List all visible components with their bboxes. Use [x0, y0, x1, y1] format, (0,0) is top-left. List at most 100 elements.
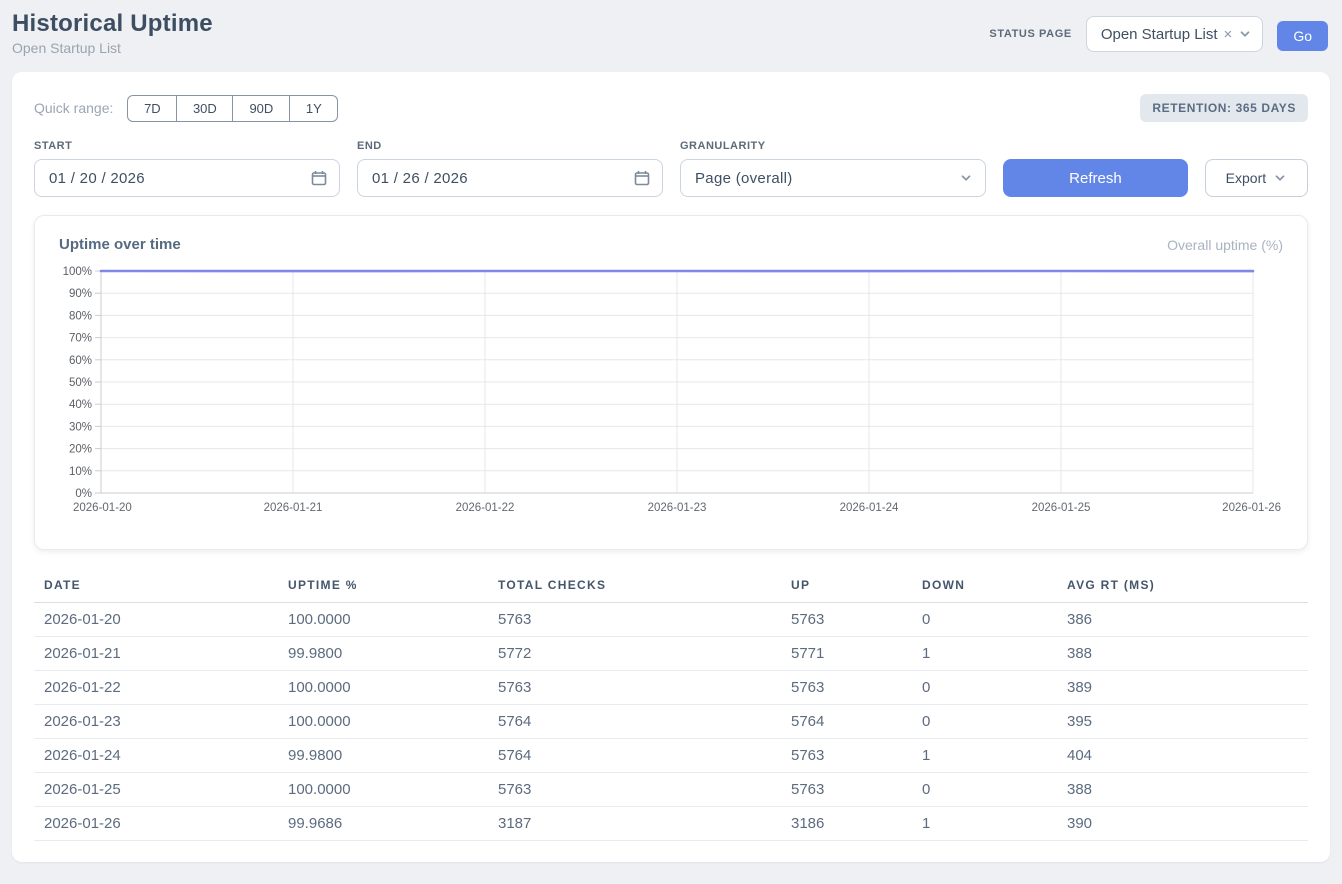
retention-badge: RETENTION: 365 DAYS	[1140, 94, 1308, 122]
table-cell: 99.9800	[278, 637, 488, 671]
table-cell: 1	[912, 739, 1057, 773]
quick-range-group: Quick range: 7D30D90D1Y	[34, 95, 338, 122]
table-cell: 5764	[781, 705, 912, 739]
x-axis-tick-label: 2026-01-20	[73, 502, 132, 514]
y-axis-tick-label: 100%	[63, 266, 92, 278]
start-date-label: START	[34, 140, 340, 152]
column-header: AVG RT (MS)	[1057, 570, 1308, 603]
table-cell: 5763	[781, 739, 912, 773]
y-axis-tick-label: 70%	[69, 333, 92, 345]
page-title: Historical Uptime	[12, 10, 213, 38]
table-cell: 5763	[488, 773, 781, 807]
table-cell: 389	[1057, 671, 1308, 705]
table-cell: 5763	[781, 603, 912, 637]
table-header: DATEUPTIME %TOTAL CHECKSUPDOWNAVG RT (MS…	[34, 570, 1308, 603]
x-axis-tick-label: 2026-01-25	[1032, 502, 1091, 514]
table-cell: 5763	[781, 671, 912, 705]
quick-range-label: Quick range:	[34, 100, 113, 116]
export-button[interactable]: Export	[1205, 159, 1308, 197]
quick-range-buttons: 7D30D90D1Y	[127, 95, 338, 122]
table-cell: 386	[1057, 603, 1308, 637]
x-axis-tick-label: 2026-01-22	[456, 502, 515, 514]
column-header: DATE	[34, 570, 278, 603]
table-cell: 0	[912, 603, 1057, 637]
table-cell: 3186	[781, 807, 912, 841]
quick-range-30d[interactable]: 30D	[176, 95, 233, 122]
table-cell: 2026-01-23	[34, 705, 278, 739]
granularity-value: Page (overall)	[695, 170, 793, 187]
chart-header: Uptime over time Overall uptime (%)	[59, 236, 1283, 253]
start-date-input[interactable]: 01 / 20 / 2026	[34, 159, 340, 197]
end-date-input[interactable]: 01 / 26 / 2026	[357, 159, 663, 197]
historical-uptime-page: Historical Uptime Open Startup List STAT…	[0, 0, 1342, 884]
end-date-label: END	[357, 140, 663, 152]
y-axis-tick-label: 60%	[69, 355, 92, 367]
table-cell: 100.0000	[278, 671, 488, 705]
uptime-chart-card: Uptime over time Overall uptime (%) 0%10…	[34, 215, 1308, 550]
table-body: 2026-01-20100.00005763576303862026-01-21…	[34, 603, 1308, 841]
page-subtitle: Open Startup List	[12, 40, 213, 56]
table-cell: 388	[1057, 773, 1308, 807]
table-cell: 3187	[488, 807, 781, 841]
go-button[interactable]: Go	[1277, 21, 1328, 51]
column-header: DOWN	[912, 570, 1057, 603]
header-controls: STATUS PAGE Open Startup List × Go	[989, 16, 1328, 52]
calendar-icon[interactable]	[634, 170, 650, 186]
x-axis-tick-label: 2026-01-23	[648, 502, 707, 514]
y-axis-tick-label: 10%	[69, 466, 92, 478]
granularity-select[interactable]: Page (overall)	[680, 159, 986, 197]
table-row: 2026-01-25100.0000576357630388	[34, 773, 1308, 807]
chevron-down-icon	[1238, 27, 1252, 41]
chart-title: Uptime over time	[59, 236, 181, 253]
quick-range-90d[interactable]: 90D	[232, 95, 290, 122]
chevron-down-icon	[1273, 171, 1287, 185]
table-cell: 5764	[488, 705, 781, 739]
table-cell: 5763	[488, 603, 781, 637]
start-date-value: 01 / 20 / 2026	[49, 170, 145, 187]
chevron-down-icon	[959, 171, 973, 185]
column-header: UP	[781, 570, 912, 603]
y-axis-tick-label: 90%	[69, 288, 92, 300]
refresh-button[interactable]: Refresh	[1003, 159, 1188, 197]
y-axis-tick-label: 50%	[69, 377, 92, 389]
chart-area: 0%10%20%30%40%50%60%70%80%90%100%2026-01…	[59, 261, 1283, 524]
table-cell: 395	[1057, 705, 1308, 739]
granularity-field: GRANULARITY Page (overall)	[680, 140, 986, 197]
table-cell: 0	[912, 705, 1057, 739]
table-cell: 100.0000	[278, 603, 488, 637]
table-cell: 2026-01-22	[34, 671, 278, 705]
table-cell: 5772	[488, 637, 781, 671]
table-cell: 0	[912, 773, 1057, 807]
table-cell: 388	[1057, 637, 1308, 671]
clear-selection-icon[interactable]: ×	[1224, 27, 1233, 42]
table-cell: 2026-01-24	[34, 739, 278, 773]
calendar-icon[interactable]	[311, 170, 327, 186]
end-date-field: END 01 / 26 / 2026	[357, 140, 663, 197]
table-cell: 2026-01-25	[34, 773, 278, 807]
chart-legend: Overall uptime (%)	[1167, 237, 1283, 253]
uptime-line-chart: 0%10%20%30%40%50%60%70%80%90%100%2026-01…	[59, 261, 1285, 519]
table-cell: 99.9800	[278, 739, 488, 773]
granularity-label: GRANULARITY	[680, 140, 986, 152]
filters-row: START 01 / 20 / 2026 END 01 / 26 / 2026	[34, 140, 1308, 197]
table-row: 2026-01-22100.0000576357630389	[34, 671, 1308, 705]
status-page-select[interactable]: Open Startup List ×	[1086, 16, 1264, 52]
quick-range-7d[interactable]: 7D	[127, 95, 177, 122]
title-block: Historical Uptime Open Startup List	[12, 10, 213, 56]
page-header: Historical Uptime Open Startup List STAT…	[0, 0, 1342, 62]
quick-range-1y[interactable]: 1Y	[289, 95, 338, 122]
table-cell: 5771	[781, 637, 912, 671]
end-date-value: 01 / 26 / 2026	[372, 170, 468, 187]
table-cell: 1	[912, 807, 1057, 841]
export-button-label: Export	[1226, 170, 1266, 186]
y-axis-tick-label: 40%	[69, 399, 92, 411]
x-axis-tick-label: 2026-01-26	[1222, 502, 1281, 514]
table-cell: 2026-01-26	[34, 807, 278, 841]
table-row: 2026-01-2199.9800577257711388	[34, 637, 1308, 671]
start-date-field: START 01 / 20 / 2026	[34, 140, 340, 197]
status-page-label: STATUS PAGE	[989, 28, 1071, 40]
y-axis-tick-label: 30%	[69, 421, 92, 433]
table-cell: 5763	[488, 671, 781, 705]
table-cell: 99.9686	[278, 807, 488, 841]
y-axis-tick-label: 80%	[69, 310, 92, 322]
